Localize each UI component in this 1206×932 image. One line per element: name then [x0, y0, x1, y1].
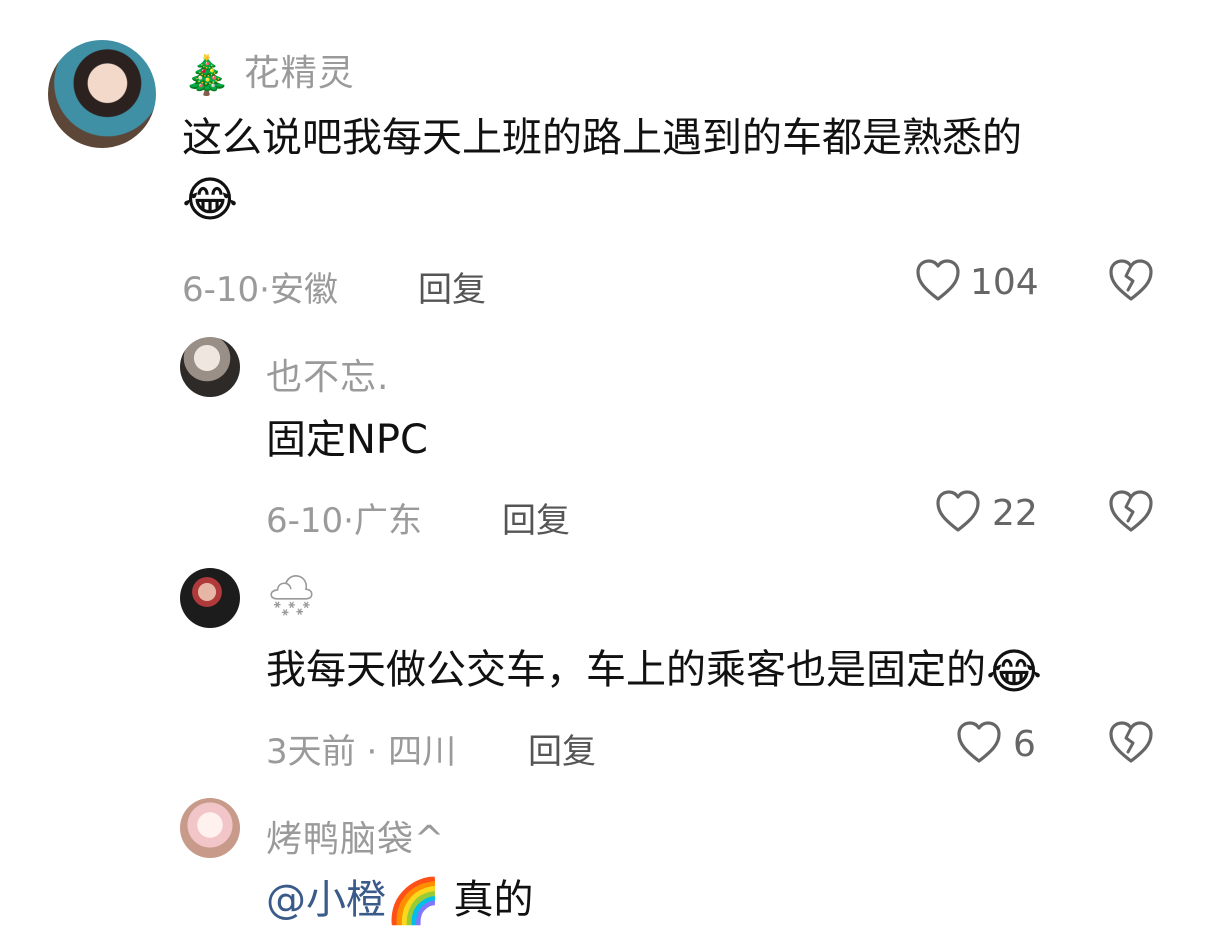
- comment-body: 这么说吧我每天上班的路上遇到的车都是熟悉的: [182, 115, 1022, 161]
- comment-date: 6-10: [266, 501, 344, 541]
- comment-body: 固定NPC: [266, 417, 428, 463]
- comment-meta: 6-10·安徽: [182, 262, 338, 311]
- dislike-button[interactable]: [1108, 258, 1154, 306]
- comment-location: 四川: [388, 732, 457, 772]
- like-count: 6: [1013, 724, 1036, 765]
- comment-meta: 3天前 · 四川: [266, 724, 456, 773]
- heart-outline-icon: [957, 721, 1001, 763]
- meta-separator: ·: [355, 732, 389, 772]
- comment-date: 3天前: [266, 732, 356, 772]
- mention-link[interactable]: @小橙: [266, 877, 386, 923]
- broken-heart-icon: [1109, 721, 1153, 763]
- avatar[interactable]: [180, 337, 240, 397]
- meta-separator: ·: [259, 270, 270, 310]
- comment-body: 真的: [453, 877, 534, 923]
- laughing-tears-emoji: 😂: [986, 644, 1043, 700]
- comment-date: 6-10: [182, 270, 260, 310]
- dislike-button[interactable]: [1108, 720, 1154, 768]
- broken-heart-icon: [1109, 490, 1153, 532]
- reply-button[interactable]: 回复: [502, 493, 570, 542]
- avatar[interactable]: [180, 798, 240, 858]
- snow-cloud-icon: 🌨: [266, 573, 318, 619]
- christmas-tree-icon: 🎄: [183, 52, 232, 97]
- dislike-button[interactable]: [1108, 489, 1154, 537]
- meta-separator: ·: [343, 501, 354, 541]
- rainbow-icon: 🌈: [386, 876, 441, 927]
- comment-meta: 6-10·广东: [266, 493, 422, 542]
- comment-text: 我每天做公交车，车上的乘客也是固定的😂: [266, 640, 1166, 702]
- broken-heart-icon: [1109, 259, 1153, 301]
- username-text: 花精灵: [243, 53, 355, 94]
- like-button[interactable]: [935, 489, 981, 537]
- like-button[interactable]: [915, 258, 961, 306]
- comment-location: 广东: [353, 501, 422, 541]
- laughing-tears-emoji: 😂: [182, 172, 239, 228]
- heart-outline-icon: [936, 490, 980, 532]
- comment-body: 我每天做公交车，车上的乘客也是固定的: [266, 647, 986, 693]
- comment-username[interactable]: 🌨: [266, 572, 318, 619]
- like-count: 22: [992, 493, 1038, 534]
- comment-text: @小橙🌈 真的: [266, 870, 534, 932]
- like-button[interactable]: [956, 720, 1002, 768]
- comment-text: 这么说吧我每天上班的路上遇到的车都是熟悉的 😂: [182, 108, 1142, 232]
- comment-username[interactable]: 烤鸭脑袋^: [266, 810, 445, 862]
- heart-outline-icon: [916, 259, 960, 301]
- comment-username[interactable]: 🎄 花精灵: [183, 44, 355, 98]
- avatar[interactable]: [180, 568, 240, 628]
- avatar[interactable]: [48, 40, 156, 148]
- reply-button[interactable]: 回复: [528, 724, 596, 773]
- comment-location: 安徽: [269, 270, 338, 310]
- reply-button[interactable]: 回复: [418, 262, 486, 311]
- comment-username[interactable]: 也不忘.: [266, 348, 389, 400]
- like-count: 104: [970, 262, 1039, 303]
